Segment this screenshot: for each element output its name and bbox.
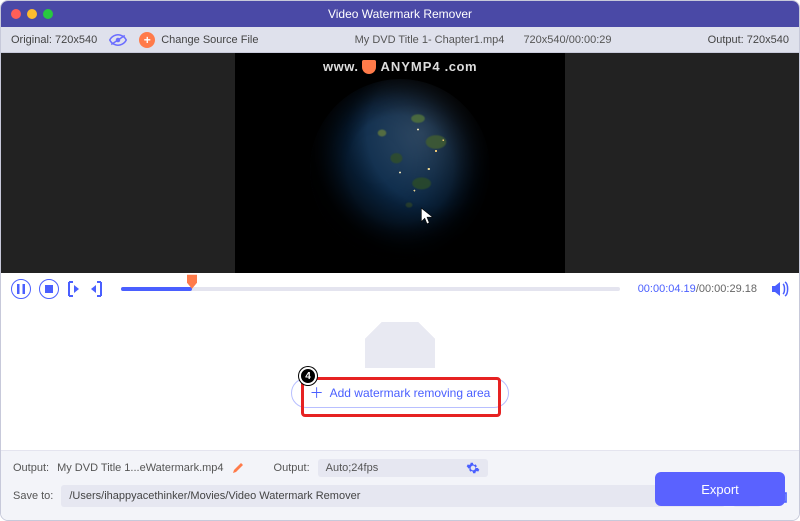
change-source-file-label: Change Source File — [161, 34, 258, 46]
video-preview[interactable]: www. ANYMP4 .com — [235, 53, 565, 273]
edit-output-name-button[interactable] — [232, 462, 244, 474]
save-path-field[interactable]: /Users/ihappyacethinker/Movies/Video Wat… — [61, 485, 725, 507]
preview-area: www. ANYMP4 .com — [1, 53, 799, 273]
pause-button[interactable] — [11, 279, 31, 299]
time-display: 00:00:04.19 / 00:00:29.18 — [638, 283, 757, 295]
current-file-meta: 720x540/00:00:29 — [523, 34, 611, 46]
output-label: Output: — [13, 462, 49, 474]
transport-bar: 00:00:04.19 / 00:00:29.18 — [1, 273, 799, 305]
timeline-playhead[interactable] — [186, 274, 198, 290]
bottom-panel: Output: My DVD Title 1...eWatermark.mp4 … — [1, 450, 799, 520]
watermark-area-panel: ＋ Add watermark removing area 4 — [1, 305, 799, 425]
watermark-prefix: www. — [323, 59, 358, 74]
save-path-value: /Users/ihappyacethinker/Movies/Video Wat… — [69, 490, 360, 502]
output-fps-value: Auto;24fps — [326, 462, 379, 474]
annotation-highlight — [301, 377, 501, 417]
change-source-file-button[interactable]: + Change Source File — [139, 32, 258, 48]
gear-icon — [466, 461, 480, 475]
export-button[interactable]: Export — [655, 472, 785, 506]
mark-out-button[interactable] — [89, 281, 103, 297]
timeline-slider[interactable] — [121, 282, 620, 296]
annotation-step-badge: 4 — [299, 367, 317, 385]
titlebar: Video Watermark Remover — [1, 1, 799, 27]
preview-visibility-icon[interactable] — [109, 34, 127, 46]
current-file-name: My DVD Title 1- Chapter1.mp4 — [355, 34, 505, 46]
save-to-label: Save to: — [13, 490, 53, 502]
original-dimensions-label: Original: 720x540 — [11, 34, 97, 46]
app-window: Video Watermark Remover Original: 720x54… — [0, 0, 800, 521]
stop-button[interactable] — [39, 279, 59, 299]
output-filename: My DVD Title 1...eWatermark.mp4 — [57, 462, 223, 474]
info-strip: Original: 720x540 + Change Source File M… — [1, 27, 799, 53]
dropzone-icon — [365, 322, 435, 368]
output-dimensions-label: Output: 720x540 — [708, 34, 789, 46]
total-time: 00:00:29.18 — [699, 283, 757, 295]
shield-icon — [362, 60, 376, 74]
volume-button[interactable] — [771, 281, 789, 297]
video-frame-earth — [310, 79, 490, 259]
watermark-brand: ANYMP4 — [380, 59, 440, 74]
app-title: Video Watermark Remover — [1, 7, 799, 21]
watermark-suffix: .com — [445, 59, 477, 74]
current-time: 00:00:04.19 — [638, 283, 696, 295]
plus-icon: + — [139, 32, 155, 48]
output-format-button[interactable]: Auto;24fps — [318, 459, 488, 477]
file-info: My DVD Title 1- Chapter1.mp4 720x540/00:… — [268, 34, 697, 46]
output-fps-label: Output: — [274, 462, 310, 474]
mark-in-button[interactable] — [67, 281, 81, 297]
export-button-label: Export — [701, 482, 739, 497]
watermark-overlay: www. ANYMP4 .com — [235, 59, 565, 74]
timeline-progress — [121, 287, 192, 291]
